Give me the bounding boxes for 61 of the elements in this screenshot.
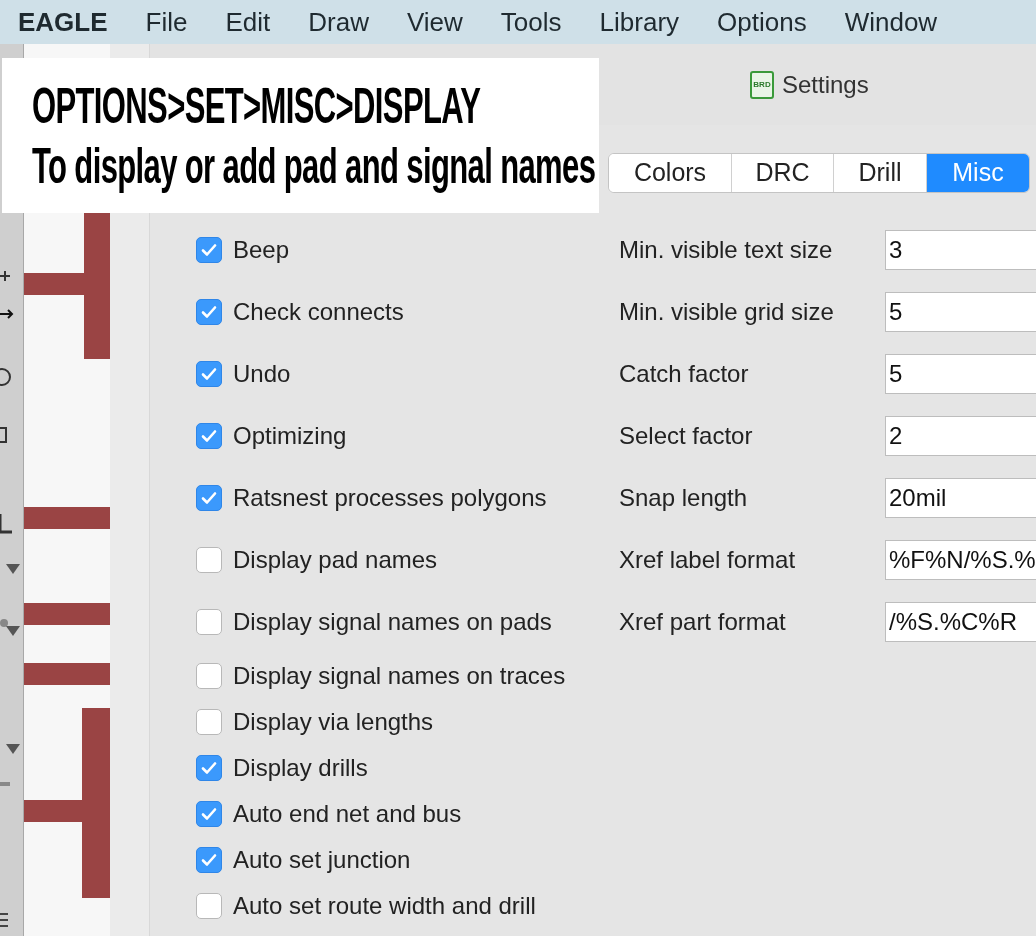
checkmark-icon <box>201 807 217 821</box>
checkmark-icon <box>201 491 217 505</box>
checkbox[interactable] <box>196 423 222 449</box>
input-field[interactable]: 5 <box>885 292 1036 332</box>
option-label: Ratsnest processes polygons <box>233 483 547 513</box>
option-label: Auto set route width and drill <box>233 891 536 921</box>
app-name[interactable]: EAGLE <box>18 2 108 42</box>
option-label: Beep <box>233 235 290 265</box>
checkmark-icon <box>201 429 217 443</box>
menu-item[interactable]: Library <box>599 2 680 42</box>
field-label: Snap length <box>619 483 749 513</box>
menu-item[interactable]: File <box>145 2 188 42</box>
checkbox[interactable] <box>196 547 222 573</box>
annotation-text: OPTIONS>SET>MISC>DISPLAY <box>32 76 481 136</box>
option-label: Auto set junction <box>233 845 411 875</box>
checkbox[interactable] <box>196 361 222 387</box>
checkbox[interactable] <box>196 237 222 263</box>
checkmark-icon <box>201 243 217 257</box>
field-label: Select factor <box>619 421 754 451</box>
option-label: Display pad names <box>233 545 438 575</box>
checkbox[interactable] <box>196 893 222 919</box>
menu-item[interactable]: View <box>406 2 463 42</box>
menu-item[interactable]: Tools <box>500 2 562 42</box>
input-field[interactable]: 2 <box>885 416 1036 456</box>
menu-item[interactable]: Draw <box>308 2 369 42</box>
board-file-icon: BRD <box>750 70 774 99</box>
input-field[interactable]: 20mil <box>885 478 1036 518</box>
option-label: Display drills <box>233 753 368 783</box>
checkbox[interactable] <box>196 663 222 689</box>
option-label: Display via lengths <box>233 707 434 737</box>
annotation-text: To display or add pad and signal names <box>32 136 596 196</box>
checkmark-icon <box>201 853 217 867</box>
checkmark-icon <box>201 367 217 381</box>
input-field[interactable]: 5 <box>885 354 1036 394</box>
input-field[interactable]: /%S.%C%R <box>885 602 1036 642</box>
menu-item[interactable]: Options <box>717 2 807 42</box>
checkbox[interactable] <box>196 847 222 873</box>
option-label: Auto end net and bus <box>233 799 462 829</box>
option-label: Undo <box>233 359 291 389</box>
dialog-title: Settings <box>782 69 869 100</box>
checkbox[interactable] <box>196 709 222 735</box>
input-field[interactable]: %F%N/%S.% <box>885 540 1036 580</box>
checkbox[interactable] <box>196 299 222 325</box>
menu-item[interactable]: Edit <box>225 2 271 42</box>
checkmark-icon <box>201 305 217 319</box>
checkbox[interactable] <box>196 755 222 781</box>
option-label: Optimizing <box>233 421 347 451</box>
field-label: Catch factor <box>619 359 750 389</box>
option-label: Check connects <box>233 297 404 327</box>
option-label: Display signal names on pads <box>233 607 552 637</box>
field-label: Min. visible text size <box>619 235 834 265</box>
checkbox[interactable] <box>196 801 222 827</box>
checkbox[interactable] <box>196 609 222 635</box>
checkmark-icon <box>201 761 217 775</box>
field-label: Xref part format <box>619 607 787 637</box>
menu-item[interactable]: Window <box>844 2 938 42</box>
input-field[interactable]: 3 <box>885 230 1036 270</box>
checkbox[interactable] <box>196 485 222 511</box>
option-label: Display signal names on traces <box>233 661 566 691</box>
field-label: Min. visible grid size <box>619 297 835 327</box>
field-label: Xref label format <box>619 545 797 575</box>
